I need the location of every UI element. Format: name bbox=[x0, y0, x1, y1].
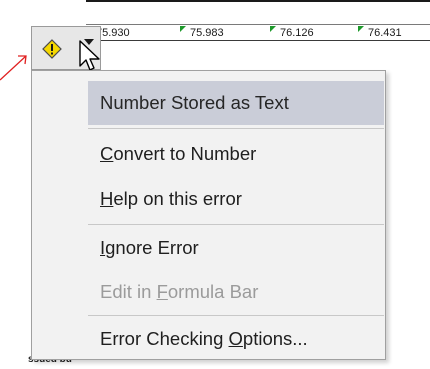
menu-title: Number Stored as Text bbox=[88, 81, 384, 125]
error-options-menu: Number Stored as Text Convert to Number … bbox=[31, 70, 386, 360]
menu-item-label: gnore Error bbox=[105, 237, 199, 258]
error-indicator-icon bbox=[180, 26, 186, 32]
row-border bbox=[86, 40, 430, 41]
header-border-lower bbox=[86, 24, 430, 25]
cell-1-value: 75.930 bbox=[96, 27, 130, 39]
cell-2-value: 75.983 bbox=[190, 27, 224, 39]
menu-item-label: Error Checking bbox=[100, 328, 229, 349]
menu-item-label: ptions... bbox=[242, 328, 308, 349]
menu-item-help-on-error[interactable]: Help on this error bbox=[88, 177, 384, 221]
menu-item-accelerator: F bbox=[156, 281, 168, 302]
menu-item-error-checking-options[interactable]: Error Checking Options... bbox=[88, 317, 384, 361]
menu-item-accelerator: H bbox=[100, 188, 114, 209]
cell-2[interactable]: 75.983 bbox=[180, 26, 224, 40]
header-border bbox=[86, 0, 430, 2]
menu-item-convert-to-number[interactable]: Convert to Number bbox=[88, 132, 384, 176]
menu-item-ignore-error[interactable]: Ignore Error bbox=[88, 226, 384, 270]
menu-item-label: elp on this error bbox=[113, 188, 242, 209]
cell-3-value: 76.126 bbox=[280, 27, 314, 39]
menu-item-accelerator: C bbox=[100, 143, 114, 164]
mouse-cursor-icon bbox=[79, 40, 100, 71]
menu-item-edit-in-formula-bar: Edit in Formula Bar bbox=[88, 270, 384, 314]
cell-4-value: 76.431 bbox=[368, 27, 402, 39]
data-row: 75.930 75.983 76.126 76.431 bbox=[86, 0, 430, 41]
menu-separator bbox=[88, 128, 384, 129]
menu-item-label: ormula Bar bbox=[167, 281, 259, 302]
menu-item-label: Edit in bbox=[100, 281, 157, 302]
warning-diamond-icon bbox=[42, 39, 62, 59]
menu-item-accelerator: O bbox=[228, 328, 243, 349]
error-indicator-icon bbox=[358, 26, 364, 32]
cell-4[interactable]: 76.431 bbox=[358, 26, 402, 40]
menu-icon-gutter bbox=[32, 71, 88, 359]
menu-separator bbox=[88, 315, 384, 316]
error-indicator-icon bbox=[270, 26, 276, 32]
menu-item-label: onvert to Number bbox=[113, 143, 257, 164]
cell-3[interactable]: 76.126 bbox=[270, 26, 314, 40]
menu-separator bbox=[88, 224, 384, 225]
